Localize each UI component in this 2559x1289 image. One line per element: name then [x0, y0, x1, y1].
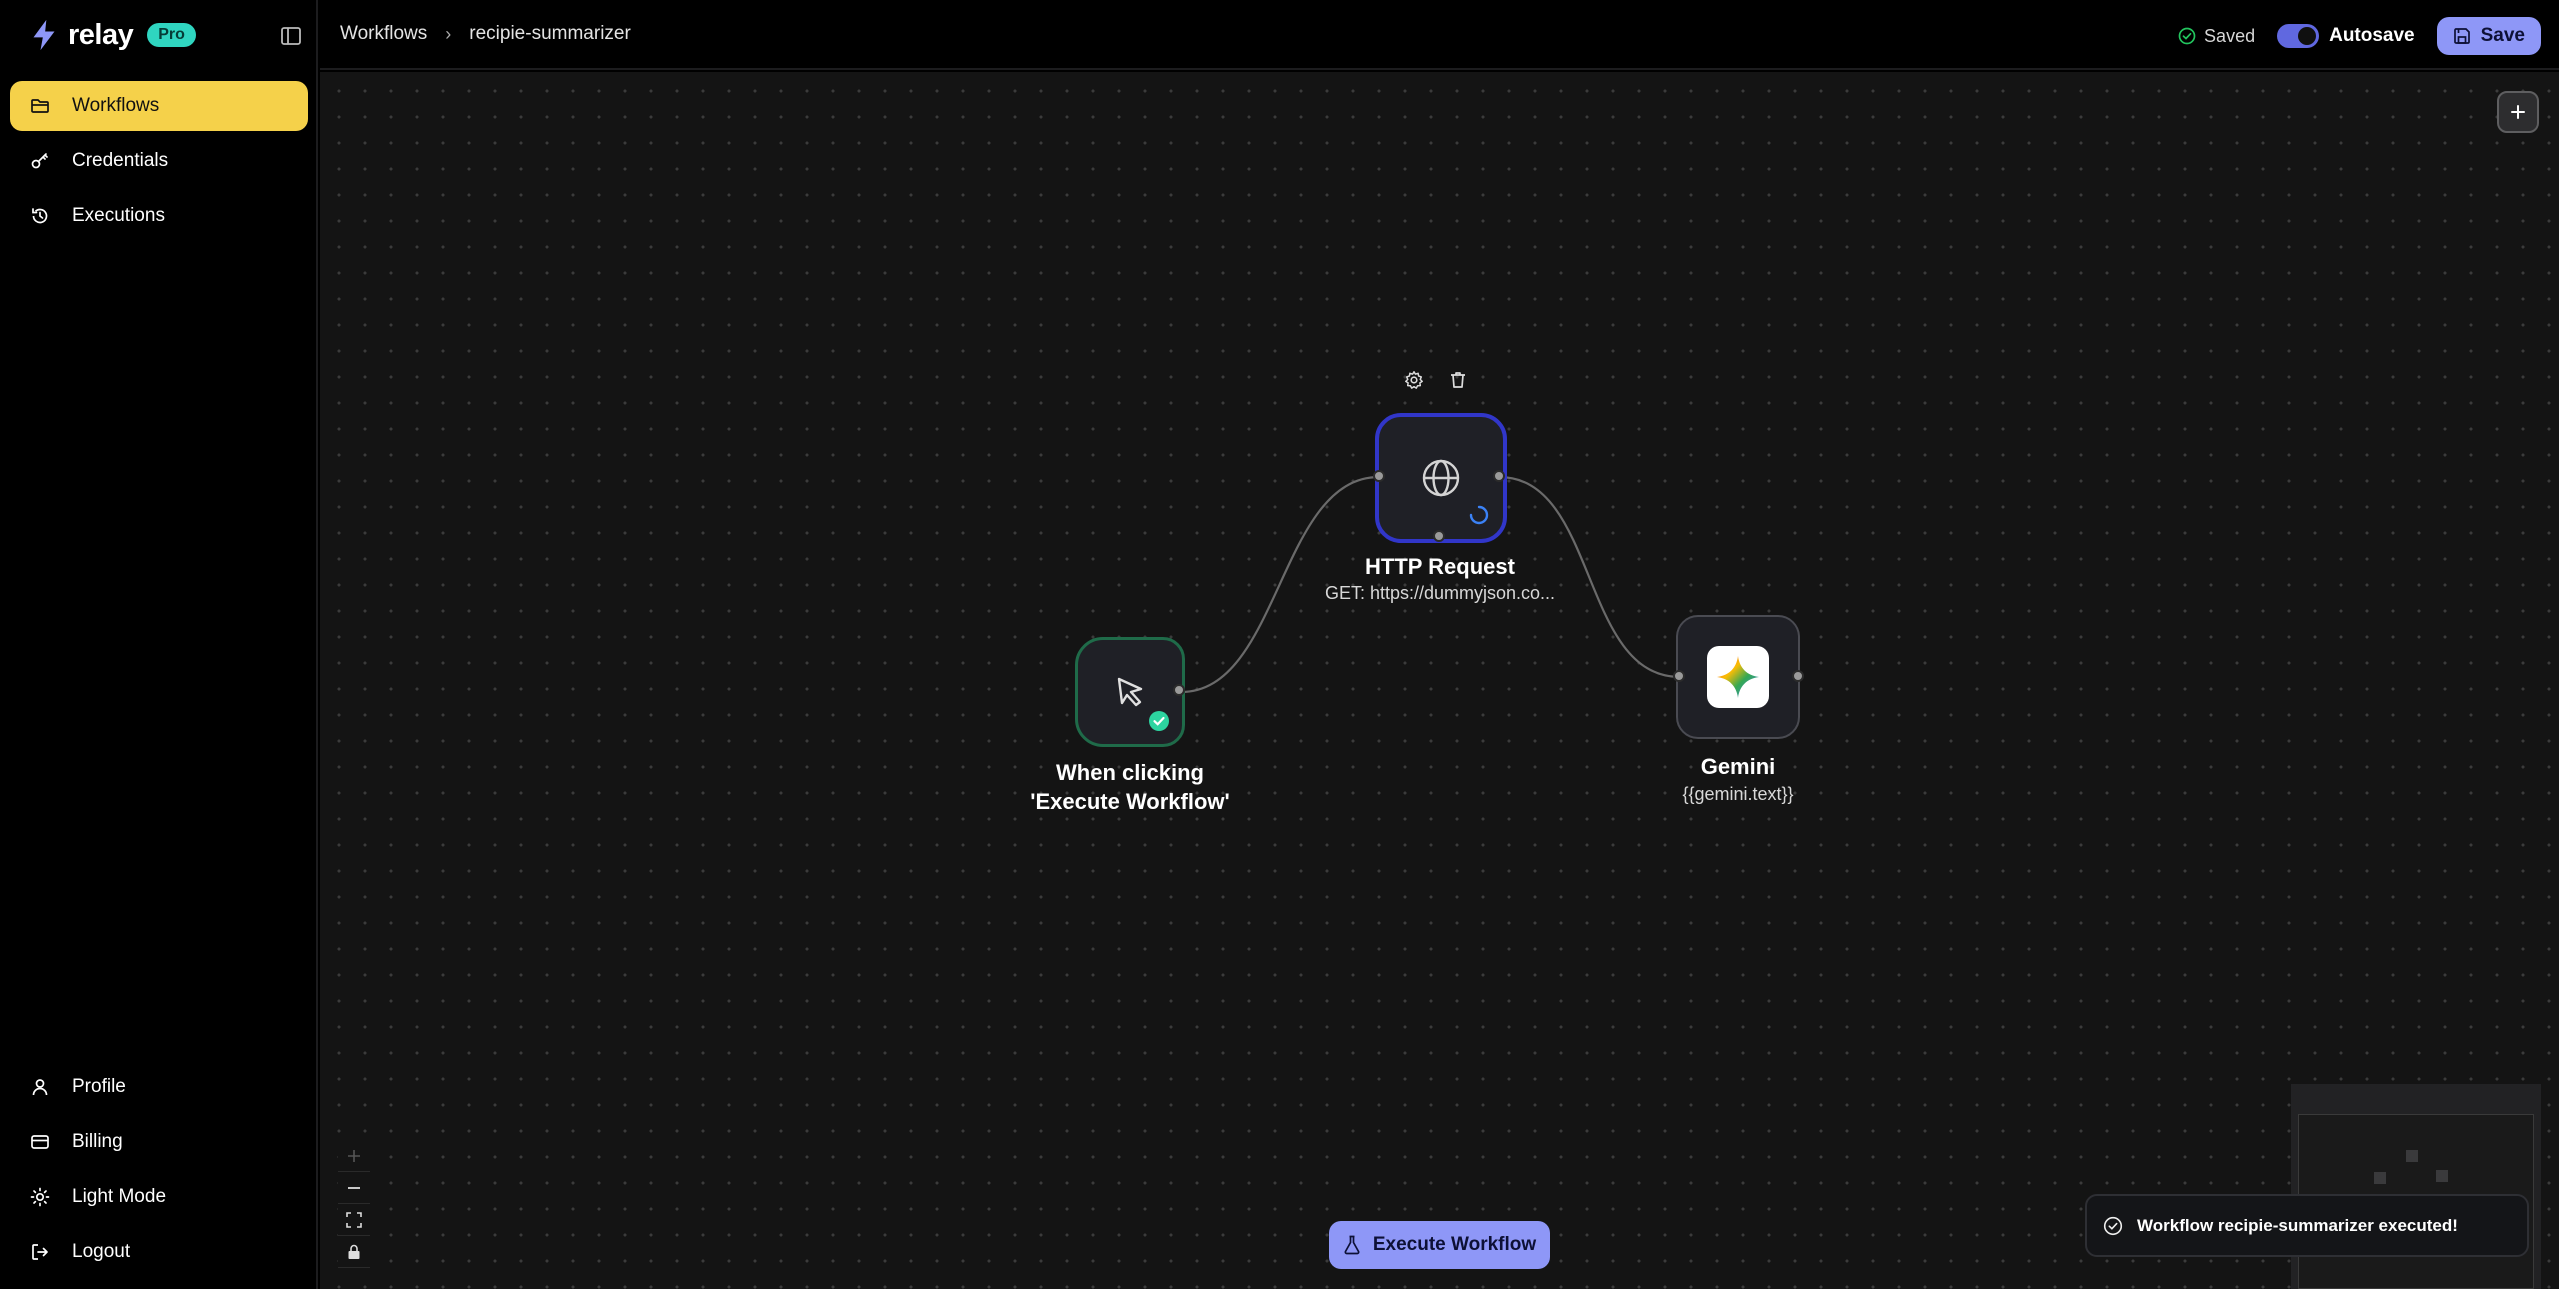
sidebar-nav-top: Workflows Credentials Executions [10, 81, 308, 246]
gemini-logo [1707, 646, 1769, 708]
sidebar-toggle-icon[interactable] [280, 25, 302, 47]
saved-label: Saved [2204, 25, 2256, 46]
sidebar-item-credentials[interactable]: Credentials [10, 136, 308, 186]
folder-icon [31, 99, 49, 113]
sidebar-item-profile[interactable]: Profile [10, 1062, 308, 1112]
history-icon [32, 208, 48, 224]
add-node-button[interactable] [2497, 91, 2539, 133]
http-output-handle[interactable] [1493, 470, 1505, 482]
sun-icon [30, 1187, 50, 1207]
fit-view-button[interactable] [338, 1204, 370, 1236]
trash-icon[interactable] [1448, 370, 1468, 390]
fit-view-icon [346, 1211, 362, 1228]
save-label: Save [2480, 25, 2525, 46]
plus-icon [2511, 105, 2525, 119]
sidebar-item-label: Profile [72, 1076, 126, 1097]
minimap-node [2436, 1170, 2448, 1182]
execute-workflow-button[interactable]: Execute Workflow [1329, 1221, 1550, 1269]
lock-icon [348, 1244, 360, 1259]
autosave-toggle[interactable] [2277, 24, 2320, 48]
brand-name: relay [68, 18, 134, 51]
top-bar: Workflows › recipie-summarizer Saved Aut… [320, 0, 2559, 70]
save-button[interactable]: Save [2436, 17, 2541, 55]
loading-spinner-icon [1469, 505, 1489, 525]
sidebar: relay Pro Workflows Credentials Executio… [0, 0, 318, 1289]
key-icon [31, 153, 48, 169]
gemini-output-handle[interactable] [1792, 670, 1804, 682]
canvas-controls [338, 1140, 370, 1268]
gemini-node-subtitle: {{gemini.text}} [1682, 784, 1794, 804]
sidebar-item-light-mode[interactable]: Light Mode [10, 1172, 308, 1222]
breadcrumb-current: recipie-summarizer [469, 23, 631, 44]
plus-icon [348, 1149, 360, 1162]
globe-icon [1422, 459, 1460, 497]
breadcrumb-workflows[interactable]: Workflows [340, 23, 427, 45]
credit-card-icon [31, 1135, 49, 1149]
http-node-title: HTTP Request [1365, 554, 1515, 579]
trigger-node-title: When clicking 'Execute Workflow' [1030, 760, 1230, 814]
http-input-handle[interactable] [1373, 470, 1385, 482]
user-icon [32, 1079, 48, 1096]
check-circle-icon [2103, 1216, 2123, 1235]
minimap-node [2406, 1150, 2418, 1162]
cursor-icon [1117, 677, 1143, 707]
check-circle-icon [2178, 27, 2196, 45]
pro-badge: Pro [147, 23, 196, 47]
toast-message: Workflow recipie-summarizer executed! [2137, 1215, 2458, 1235]
chevron-right-icon: › [445, 23, 452, 44]
trigger-node[interactable] [1075, 637, 1185, 747]
gemini-node-title: Gemini [1700, 754, 1776, 779]
sidebar-item-logout[interactable]: Logout [10, 1227, 308, 1277]
http-node-subtitle: GET: https://dummyjson.co... [1324, 583, 1556, 603]
sidebar-item-label: Billing [72, 1131, 123, 1152]
http-request-node[interactable] [1375, 413, 1507, 543]
minus-icon [348, 1186, 360, 1189]
sidebar-item-label: Credentials [72, 150, 169, 171]
success-check-icon [1149, 711, 1169, 731]
saved-status: Saved [2178, 26, 2255, 47]
gemini-sparkle-icon [1717, 656, 1759, 698]
lock-button[interactable] [338, 1236, 370, 1268]
http-bottom-handle[interactable] [1433, 530, 1445, 542]
save-icon [2453, 28, 2470, 44]
minimap[interactable] [2291, 1084, 2541, 1289]
sidebar-nav-bottom: Profile Billing Light Mode Logout [10, 1062, 308, 1282]
execute-workflow-label: Execute Workflow [1372, 1234, 1537, 1255]
breadcrumb: Workflows › recipie-summarizer [340, 23, 631, 45]
sidebar-item-workflows[interactable]: Workflows [10, 81, 308, 131]
gemini-input-handle[interactable] [1673, 670, 1685, 682]
sidebar-item-label: Light Mode [72, 1186, 167, 1207]
toast-notification: Workflow recipie-summarizer executed! [2085, 1194, 2529, 1257]
brand[interactable]: relay Pro [30, 18, 196, 52]
zoom-in-button[interactable] [338, 1140, 370, 1172]
sidebar-item-billing[interactable]: Billing [10, 1117, 308, 1167]
node-toolbar [1404, 370, 1468, 390]
logout-icon [32, 1244, 48, 1260]
sidebar-item-label: Workflows [72, 95, 160, 116]
gemini-node[interactable] [1676, 615, 1800, 739]
workflow-canvas[interactable] [320, 72, 2559, 1289]
bolt-logo-icon [33, 19, 55, 51]
flask-icon [1344, 1235, 1360, 1255]
sidebar-item-executions[interactable]: Executions [10, 191, 308, 241]
gear-icon[interactable] [1404, 370, 1424, 390]
autosave-label: Autosave [2329, 25, 2415, 46]
sidebar-item-label: Executions [72, 205, 165, 226]
sidebar-item-label: Logout [72, 1241, 131, 1262]
trigger-output-handle[interactable] [1173, 684, 1185, 696]
minimap-node [2374, 1172, 2386, 1184]
zoom-out-button[interactable] [338, 1172, 370, 1204]
